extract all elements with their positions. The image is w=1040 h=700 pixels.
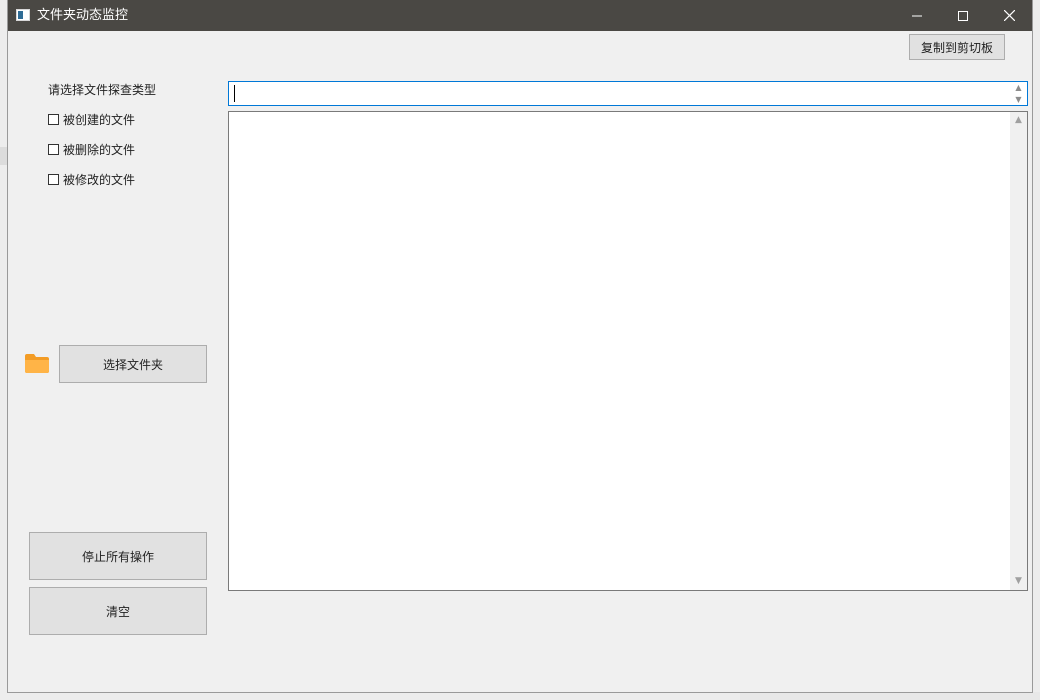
close-button[interactable] [986,0,1032,31]
application-window: 文件夹动态监控 复制到剪切板 请选择文件探查类型 被创建的文件 被删除的文件 被… [8,0,1032,692]
scroll-down-icon[interactable]: ▼ [1010,573,1027,590]
chevron-up-icon[interactable]: ▲ [1010,82,1027,93]
created-files-checkbox[interactable] [48,113,59,125]
deleted-files-label: 被删除的文件 [63,142,136,157]
log-vertical-scrollbar[interactable]: ▲ ▼ [1010,112,1027,590]
text-caret [234,85,235,102]
background-strip [0,147,8,165]
minimize-button[interactable] [894,0,940,31]
maximize-icon [958,10,968,21]
modified-files-checkbox[interactable] [48,173,59,185]
scroll-up-icon[interactable]: ▲ [1010,112,1027,129]
choose-folder-button[interactable]: 选择文件夹 [59,345,207,383]
created-files-checkbox-row[interactable]: 被创建的文件 [48,111,135,127]
path-spinner[interactable]: ▲ ▼ [1010,82,1027,105]
stop-all-operations-button[interactable]: 停止所有操作 [29,532,207,580]
window-title: 文件夹动态监控 [37,8,129,23]
close-icon [1003,10,1015,21]
path-input-container[interactable]: ▲ ▼ [228,81,1028,106]
app-icon [16,9,30,21]
modified-files-checkbox-row[interactable]: 被修改的文件 [48,171,135,187]
copy-to-clipboard-button[interactable]: 复制到剪切板 [909,34,1005,60]
monitor-log-textarea[interactable]: ▲ ▼ [228,111,1028,591]
created-files-label: 被创建的文件 [63,112,136,127]
deleted-files-checkbox[interactable] [48,143,59,155]
folder-icon [25,354,49,373]
maximize-button[interactable] [940,0,986,31]
background-strip [740,692,1040,700]
clear-button[interactable]: 清空 [29,587,207,635]
path-input[interactable] [232,82,1008,105]
title-bar[interactable]: 文件夹动态监控 [8,0,1032,31]
chevron-down-icon[interactable]: ▼ [1010,94,1027,105]
probe-type-label: 请选择文件探查类型 [48,83,157,97]
deleted-files-checkbox-row[interactable]: 被删除的文件 [48,141,135,157]
minimize-icon [912,15,922,16]
modified-files-label: 被修改的文件 [63,172,136,187]
